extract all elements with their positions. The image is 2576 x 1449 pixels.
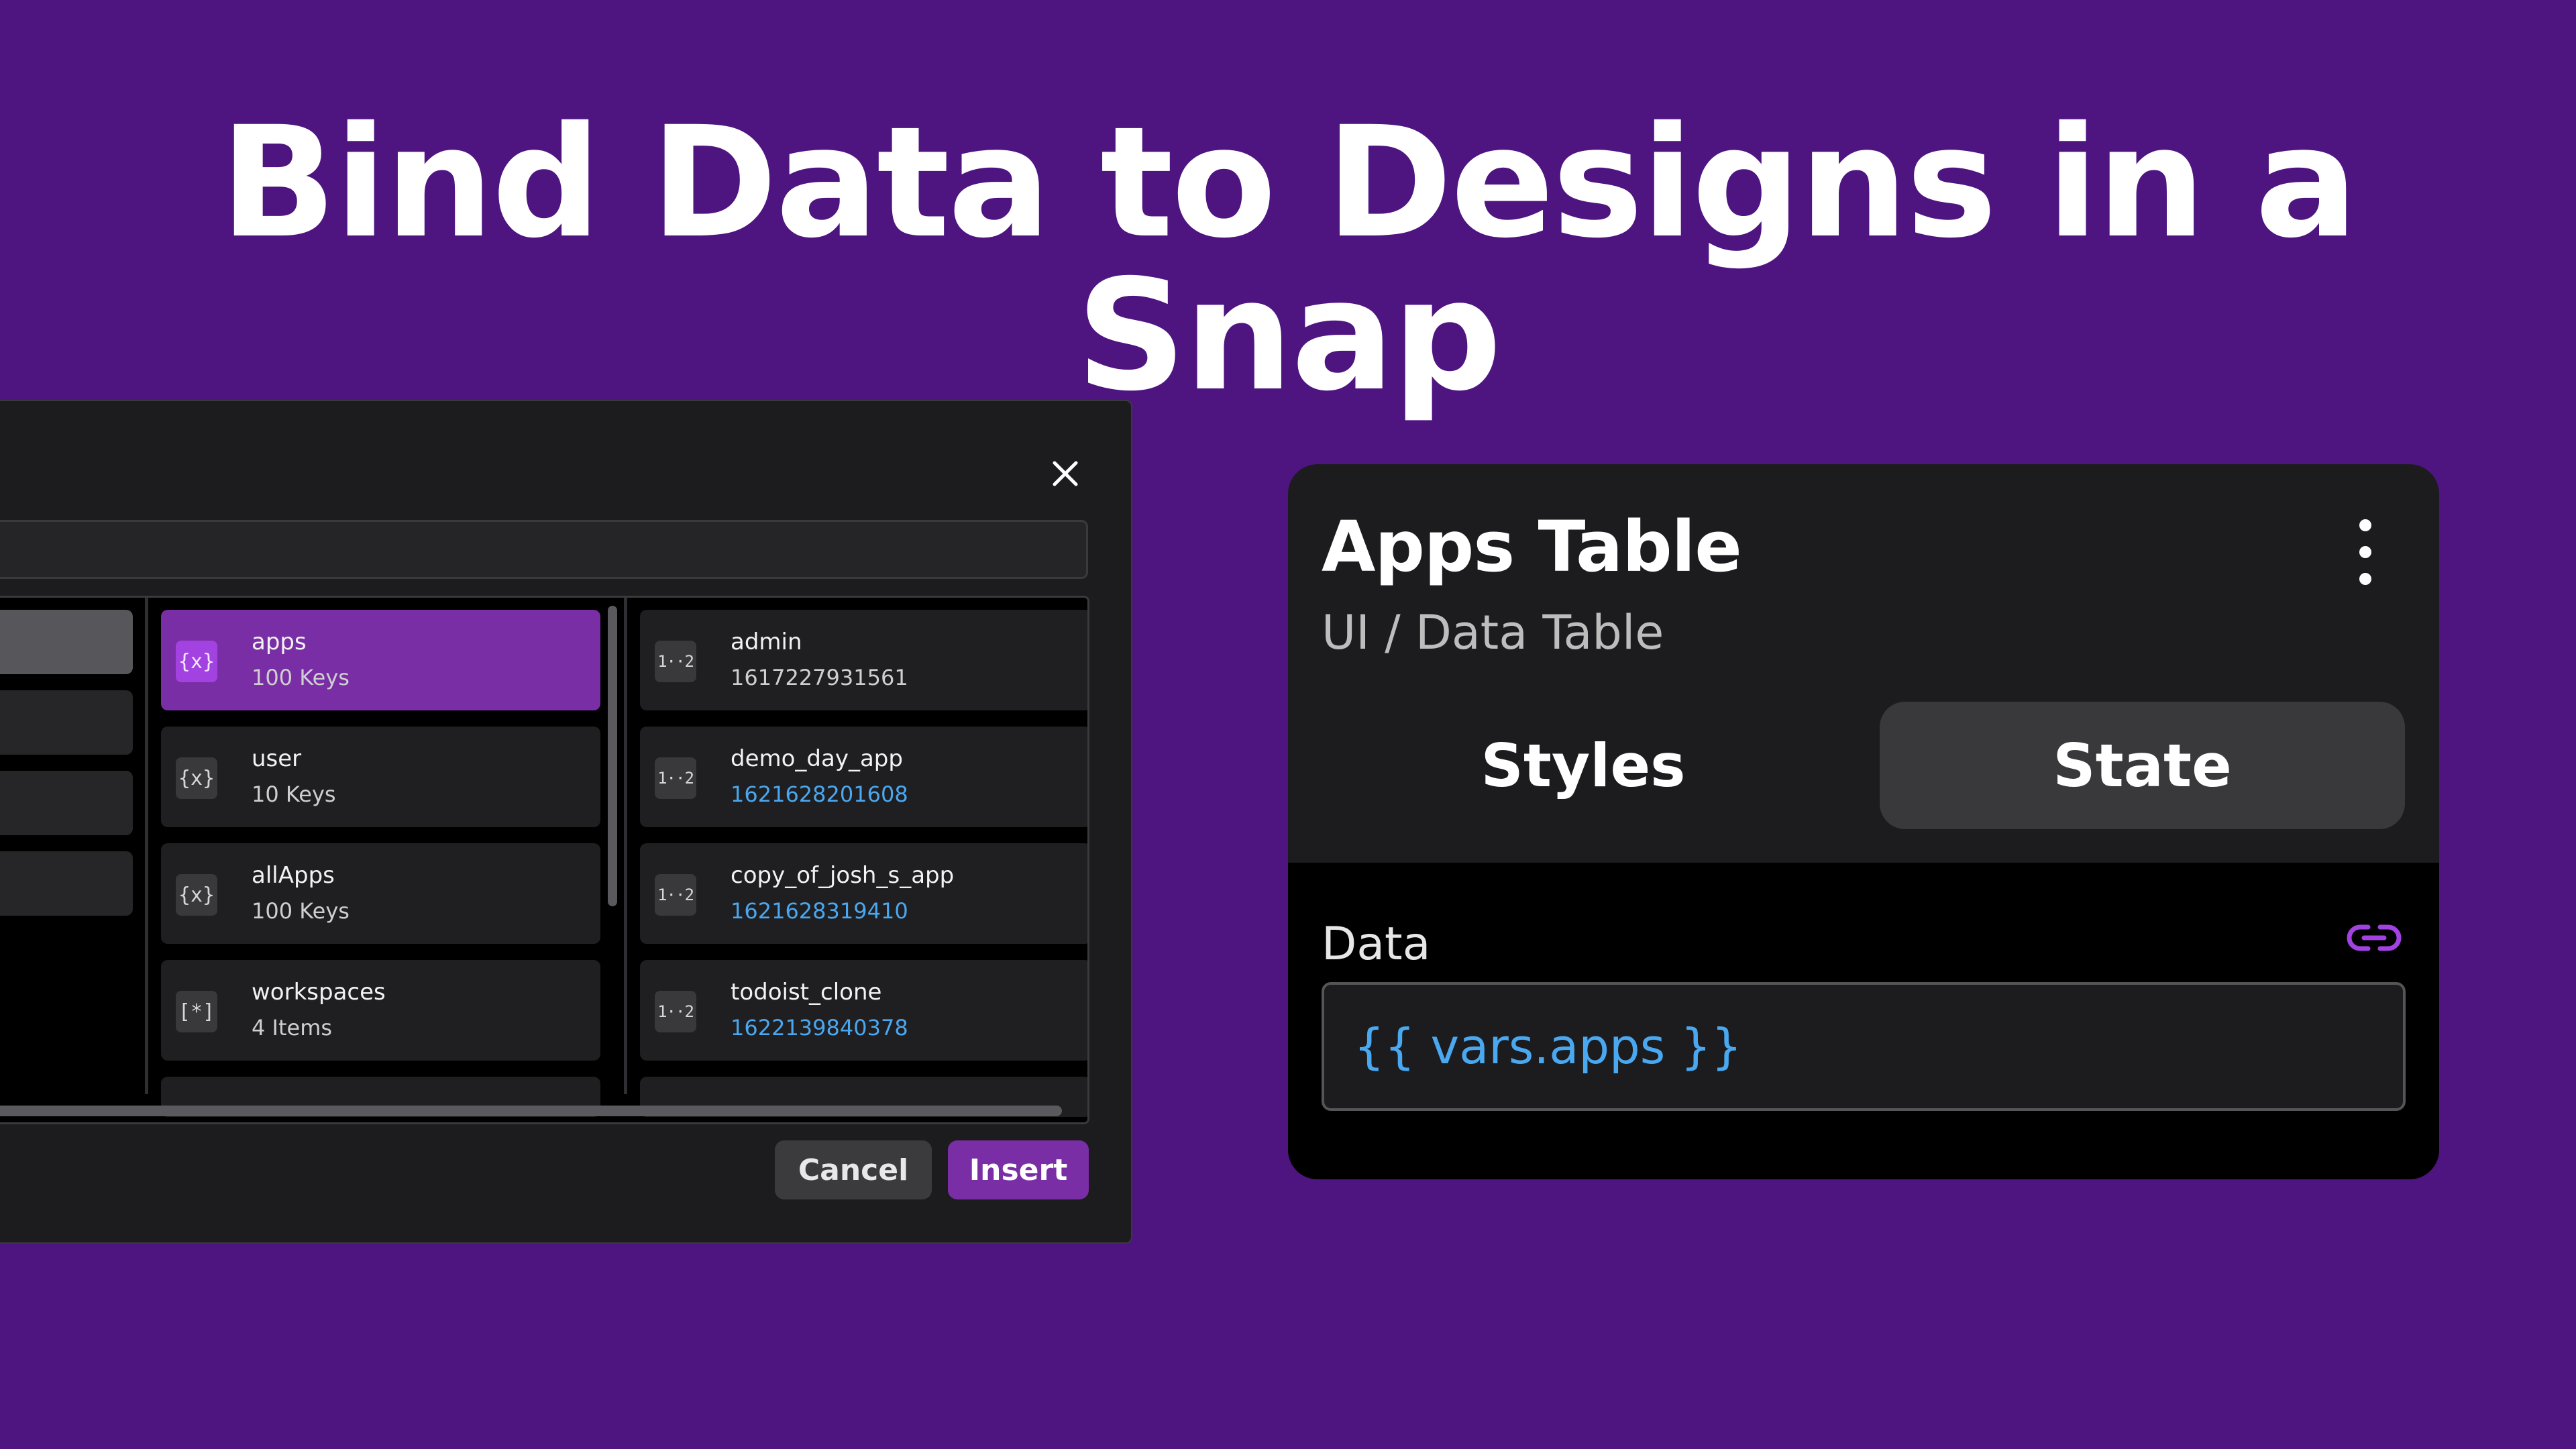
left-column-item[interactable]	[0, 851, 133, 916]
item-title: todoist_clone	[731, 979, 882, 1006]
variable-item-workspaces[interactable]: [*] workspaces 4 Items	[161, 960, 600, 1061]
variable-browser: {x} apps 100 Keys {x} user 10 Keys {x} a…	[0, 596, 1089, 1124]
number-icon: 1··2	[655, 757, 696, 799]
insert-button[interactable]: Insert	[948, 1140, 1089, 1199]
item-title: allApps	[252, 862, 335, 889]
item-title: user	[252, 745, 302, 772]
variable-item-user[interactable]: {x} user 10 Keys	[161, 727, 600, 827]
array-variable-icon: [*]	[176, 991, 217, 1032]
object-variable-icon: {x}	[176, 874, 217, 916]
component-type: UI / Data Table	[1322, 605, 1664, 660]
key-item-todoist-clone[interactable]: 1··2 todoist_clone 1622139840378	[640, 960, 1087, 1061]
column-divider	[624, 598, 627, 1094]
left-column-item[interactable]	[0, 610, 133, 674]
item-subtitle: 4 Items	[252, 1015, 333, 1040]
left-column-item[interactable]	[0, 690, 133, 755]
number-icon: 1··2	[655, 874, 696, 916]
data-binding-input[interactable]: {{ vars.apps }}	[1322, 982, 2406, 1111]
link-icon[interactable]	[2344, 918, 2404, 958]
key-item-admin[interactable]: 1··2 admin 1617227931561	[640, 610, 1087, 710]
item-subtitle: 10 Keys	[252, 782, 336, 807]
left-column-item[interactable]	[0, 771, 133, 835]
close-button[interactable]	[1046, 455, 1084, 492]
data-label: Data	[1322, 918, 1431, 971]
search-input[interactable]	[0, 520, 1088, 579]
item-value: 1621628201608	[731, 782, 908, 807]
item-title: demo_day_app	[731, 745, 903, 772]
number-icon: 1··2	[655, 991, 696, 1032]
component-title: Apps Table	[1322, 506, 1742, 588]
tab-styles[interactable]: Styles	[1322, 702, 1845, 829]
item-title: copy_of_josh_s_app	[731, 862, 955, 889]
item-title: admin	[731, 629, 802, 655]
object-variable-icon: {x}	[176, 757, 217, 799]
inspector-panel: Apps Table UI / Data Table Styles State …	[1288, 464, 2439, 1179]
key-item-demo-day-app[interactable]: 1··2 demo_day_app 1621628201608	[640, 727, 1087, 827]
key-item-copy-of-josh-s-app[interactable]: 1··2 copy_of_josh_s_app 1621628319410	[640, 843, 1087, 944]
item-value: 1617227931561	[731, 665, 908, 690]
horizontal-scrollbar[interactable]	[0, 1106, 1062, 1116]
tab-state[interactable]: State	[1880, 702, 2405, 829]
number-icon: 1··2	[655, 641, 696, 682]
object-variable-icon: {x}	[176, 641, 217, 682]
item-title: apps	[252, 629, 307, 655]
item-title: workspaces	[252, 979, 386, 1006]
item-subtitle: 100 Keys	[252, 665, 350, 690]
kebab-menu-icon[interactable]	[2352, 519, 2379, 586]
state-section: Data {{ vars.apps }}	[1288, 863, 2439, 1179]
column-divider	[145, 598, 148, 1094]
variable-item-apps[interactable]: {x} apps 100 Keys	[161, 610, 600, 710]
variable-item-allapps[interactable]: {x} allApps 100 Keys	[161, 843, 600, 944]
headline: Bind Data to Designs in a Snap	[219, 93, 2358, 425]
cancel-button[interactable]: Cancel	[775, 1140, 932, 1199]
vertical-scrollbar[interactable]	[608, 606, 617, 906]
item-value: 1622139840378	[731, 1015, 908, 1040]
item-subtitle: 100 Keys	[252, 898, 350, 924]
close-icon	[1053, 461, 1078, 486]
item-value: 1621628319410	[731, 898, 908, 924]
